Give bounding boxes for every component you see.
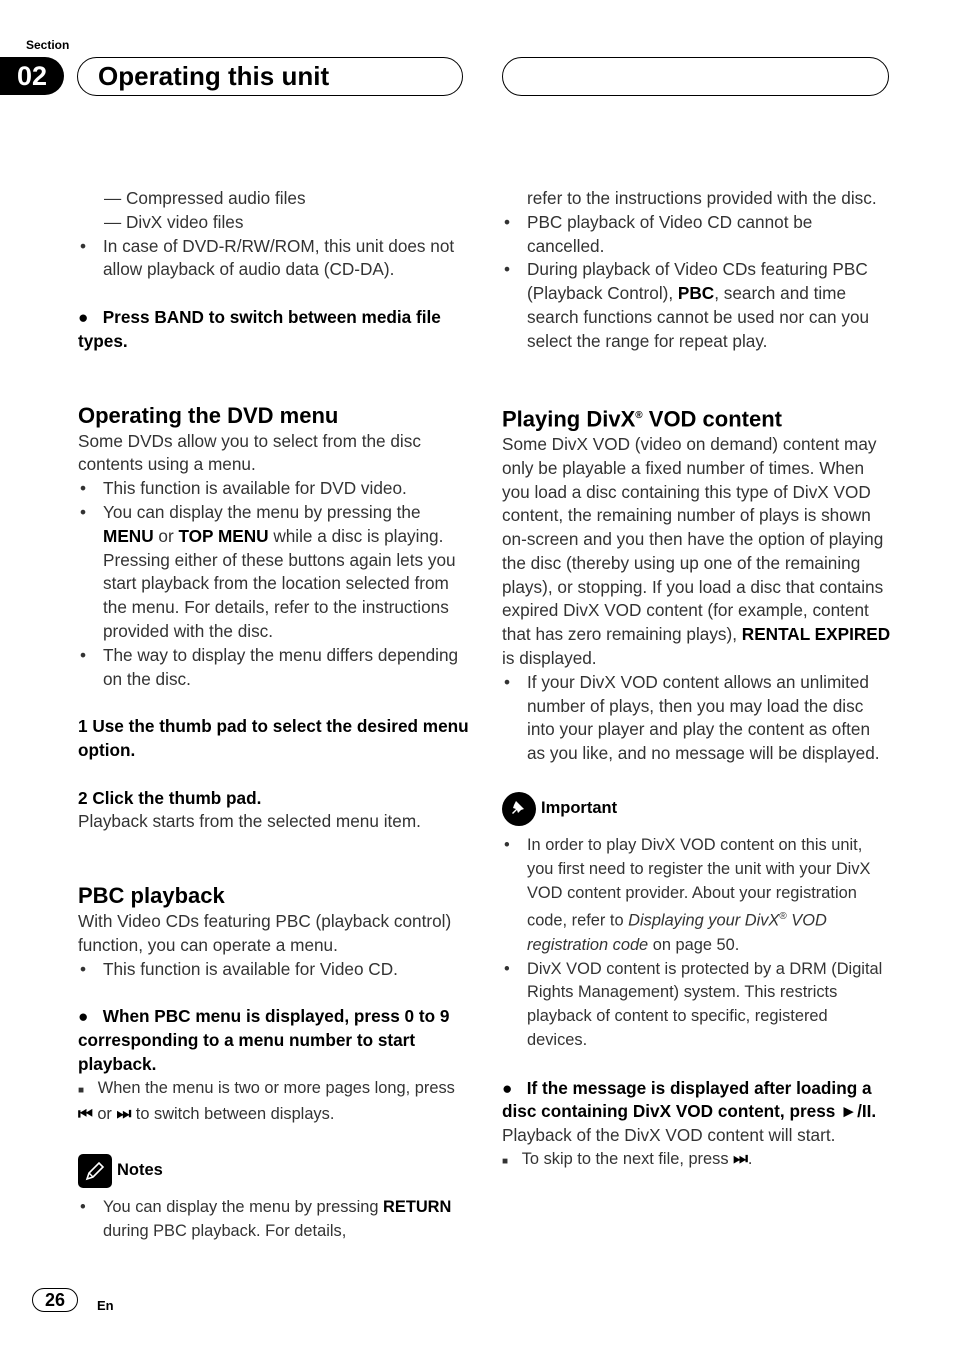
- notes-header: Notes: [78, 1154, 470, 1189]
- section-label: Section: [26, 38, 70, 52]
- pbc-note: ■ When the menu is two or more pages lon…: [78, 1078, 455, 1123]
- divx-step: ● If the message is displayed after load…: [502, 1077, 877, 1122]
- pbc-intro: With Video CDs featuring PBC (playback c…: [78, 911, 452, 955]
- notes-continuation: refer to the instructions provided with …: [527, 188, 877, 208]
- page-number: 26: [32, 1288, 78, 1312]
- right-column: refer to the instructions provided with …: [502, 187, 892, 1174]
- divx-heading: Playing DivX® VOD content: [502, 405, 782, 431]
- square-bullet-icon: ■: [502, 1155, 509, 1167]
- dash-item: — DivX video files: [104, 211, 244, 232]
- empty-title-box: [502, 57, 889, 96]
- dvd-menu-bullet: You can display the menu by pressing the…: [78, 501, 470, 644]
- bullet-dvd-cdda: In case of DVD-R/RW/ROM, this unit does …: [78, 235, 470, 283]
- notes-item: You can display the menu by pressing RET…: [78, 1196, 470, 1244]
- square-bullet-icon: ■: [78, 1084, 85, 1096]
- dvd-menu-heading: Operating the DVD menu: [78, 402, 339, 428]
- press-band-step: ● Press BAND to switch between media fil…: [78, 306, 441, 351]
- pbc-cancel-bullet: PBC playback of Video CD cannot be cance…: [502, 211, 892, 259]
- dvd-menu-intro: Some DVDs allow you to select from the d…: [78, 430, 421, 475]
- language-label: En: [97, 1298, 114, 1313]
- divx-bullet: If your DivX VOD content allows an unlim…: [502, 671, 892, 766]
- dvd-menu-bullet: The way to display the menu differs depe…: [78, 644, 470, 692]
- chapter-title-box: Operating this unit: [77, 57, 463, 96]
- chapter-title: Operating this unit: [98, 61, 330, 91]
- section-number: 02: [0, 57, 64, 95]
- pbc-bullet: This function is available for Video CD.: [78, 958, 470, 982]
- important-item: DivX VOD content is protected by a DRM (…: [502, 958, 892, 1053]
- pbc-search-bullet: During playback of Video CDs featuring P…: [502, 258, 892, 353]
- important-item: In order to play DivX VOD content on thi…: [502, 834, 892, 957]
- dvd-menu-bullet: This function is available for DVD video…: [78, 477, 470, 501]
- pushpin-icon: [502, 792, 536, 827]
- step-2-desc: Playback starts from the selected menu i…: [78, 811, 421, 832]
- pencil-icon: [78, 1154, 112, 1189]
- divx-step-desc: Playback of the DivX VOD content will st…: [502, 1125, 836, 1146]
- pbc-step: ● When PBC menu is displayed, press 0 to…: [78, 1006, 450, 1074]
- dash-item: — Compressed audio files: [104, 188, 306, 208]
- important-header: Important: [502, 792, 892, 827]
- previous-track-icon: ⏮: [78, 1104, 93, 1123]
- divx-paragraph: Some DivX VOD (video on demand) content …: [502, 433, 891, 669]
- skip-note: ■ To skip to the next file, press ⏭.: [502, 1149, 753, 1168]
- left-column: — Compressed audio files — DivX video fi…: [78, 187, 470, 1244]
- next-track-icon: ⏭: [116, 1104, 132, 1123]
- next-track-icon: ⏭: [733, 1149, 748, 1168]
- pbc-heading: PBC playback: [78, 883, 225, 909]
- step-1: 1 Use the thumb pad to select the desire…: [78, 716, 469, 760]
- step-2: 2 Click the thumb pad.: [78, 787, 262, 808]
